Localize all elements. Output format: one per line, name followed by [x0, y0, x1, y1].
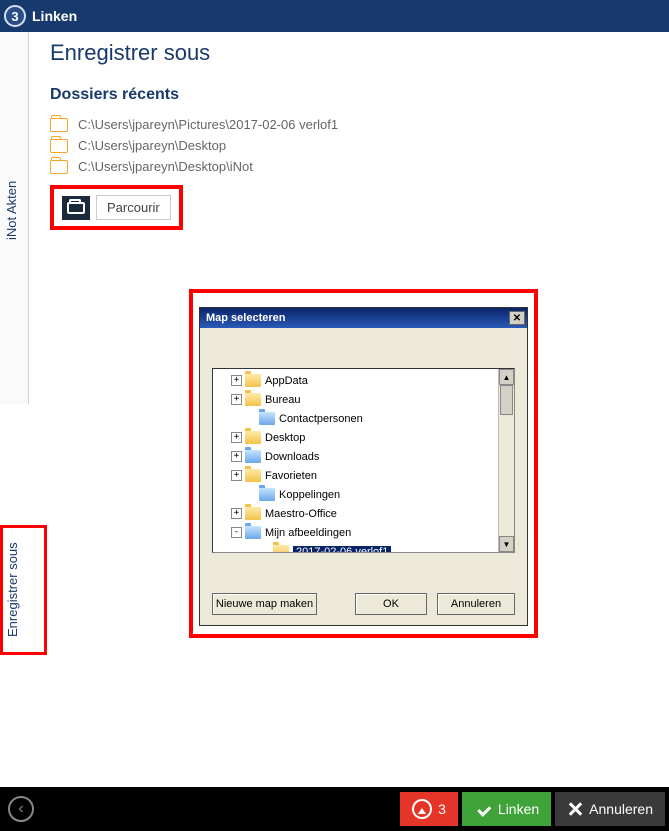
highlight-dialog: Map selecteren ✕ + AppData + Bureau Contactp…: [189, 289, 538, 638]
chevron-up-circle-icon: [412, 799, 432, 819]
sidebar-tab-inot-akten[interactable]: iNot Akten: [4, 170, 19, 250]
tree-expander[interactable]: -: [231, 527, 242, 538]
tree-node[interactable]: + Favorieten: [217, 466, 512, 485]
footer-cancel-button[interactable]: Annuleren: [555, 792, 665, 826]
tree-label: 2017-02-06 verlof1: [293, 546, 391, 554]
scrollbar[interactable]: ▲ ▼: [498, 369, 514, 552]
tree-label: Favorieten: [265, 470, 317, 482]
link-label: Linken: [498, 801, 539, 817]
cancel-button[interactable]: Annuleren: [437, 593, 515, 615]
folder-select-dialog: Map selecteren ✕ + AppData + Bureau Contactp…: [199, 307, 528, 626]
folder-icon: [50, 160, 68, 174]
scroll-down-button[interactable]: ▼: [499, 536, 514, 552]
scroll-thumb[interactable]: [500, 385, 513, 415]
folder-tree[interactable]: + AppData + Bureau Contactpersonen + Desktop + D…: [212, 368, 515, 553]
recent-folder-path: C:\Users\jpareyn\Pictures\2017-02-06 ver…: [78, 117, 338, 132]
folder-icon: [50, 118, 68, 132]
tree-label: Bureau: [265, 394, 300, 406]
step-header: 3 Linken: [0, 0, 669, 32]
tree-label: Maestro-Office: [265, 508, 337, 520]
tree-node[interactable]: Koppelingen: [217, 485, 512, 504]
tree-node[interactable]: + AppData: [217, 371, 512, 390]
check-icon: [474, 800, 492, 818]
ok-button[interactable]: OK: [355, 593, 427, 615]
main-content: Enregistrer sous Dossiers récents C:\Use…: [50, 40, 657, 230]
tree-label: Contactpersonen: [279, 413, 363, 425]
folder-icon: [259, 412, 275, 425]
tree-expander[interactable]: +: [231, 451, 242, 462]
scroll-up-button[interactable]: ▲: [499, 369, 514, 385]
recent-folders-heading: Dossiers récents: [50, 86, 657, 104]
chevron-left-icon: ‹: [18, 800, 23, 818]
recent-folder-item[interactable]: C:\Users\jpareyn\Pictures\2017-02-06 ver…: [50, 114, 657, 135]
folder-icon: [245, 469, 261, 482]
folder-icon: [245, 393, 261, 406]
folder-icon: [245, 526, 261, 539]
page-title: Enregistrer sous: [50, 40, 657, 66]
tree-node[interactable]: + Desktop: [217, 428, 512, 447]
recent-folder-item[interactable]: C:\Users\jpareyn\Desktop: [50, 135, 657, 156]
tree-expander[interactable]: +: [231, 508, 242, 519]
step-number-badge: 3: [4, 5, 26, 27]
folder-icon: [245, 450, 261, 463]
recent-folders-list: C:\Users\jpareyn\Pictures\2017-02-06 ver…: [50, 114, 657, 177]
count-value: 3: [438, 801, 446, 817]
tree-expander[interactable]: +: [231, 470, 242, 481]
sidebar-tab-enregistrer-sous[interactable]: Enregistrer sous: [5, 530, 20, 650]
tree-node[interactable]: 2017-02-06 verlof1: [217, 542, 512, 553]
count-indicator[interactable]: 3: [400, 792, 458, 826]
folder-icon: [50, 139, 68, 153]
folder-icon: [245, 507, 261, 520]
folder-open-icon: [62, 196, 90, 220]
folder-icon: [259, 488, 275, 501]
tree-label: Desktop: [265, 432, 305, 444]
dialog-titlebar: Map selecteren ✕: [200, 308, 527, 328]
tree-node[interactable]: Contactpersonen: [217, 409, 512, 428]
dialog-button-row: Nieuwe map maken OK Annuleren: [212, 593, 515, 615]
tree-node[interactable]: + Bureau: [217, 390, 512, 409]
close-icon: [567, 801, 583, 817]
folder-icon: [245, 431, 261, 444]
folder-icon: [245, 374, 261, 387]
link-button[interactable]: Linken: [462, 792, 551, 826]
recent-folder-path: C:\Users\jpareyn\Desktop: [78, 138, 226, 153]
highlight-browse: Parcourir: [50, 185, 183, 230]
tree-label: Koppelingen: [279, 489, 340, 501]
tree-label: Mijn afbeeldingen: [265, 527, 351, 539]
recent-folder-item[interactable]: C:\Users\jpareyn\Desktop\iNot: [50, 156, 657, 177]
tree-expander[interactable]: +: [231, 394, 242, 405]
tree-node[interactable]: - Mijn afbeeldingen: [217, 523, 512, 542]
new-folder-button[interactable]: Nieuwe map maken: [212, 593, 317, 615]
tree-label: Downloads: [265, 451, 319, 463]
folder-icon: [273, 545, 289, 553]
tree-expander[interactable]: +: [231, 375, 242, 386]
recent-folder-path: C:\Users\jpareyn\Desktop\iNot: [78, 159, 253, 174]
tree-node[interactable]: + Maestro-Office: [217, 504, 512, 523]
browse-button[interactable]: Parcourir: [96, 195, 171, 220]
footer-cancel-label: Annuleren: [589, 801, 653, 817]
step-title: Linken: [32, 8, 77, 24]
tree-expander[interactable]: +: [231, 432, 242, 443]
back-button[interactable]: ‹: [8, 796, 34, 822]
footer-bar: ‹ 3 Linken Annuleren: [0, 787, 669, 831]
tree-node[interactable]: + Downloads: [217, 447, 512, 466]
dialog-close-button[interactable]: ✕: [509, 311, 525, 325]
dialog-title: Map selecteren: [206, 312, 285, 324]
tree-label: AppData: [265, 375, 308, 387]
